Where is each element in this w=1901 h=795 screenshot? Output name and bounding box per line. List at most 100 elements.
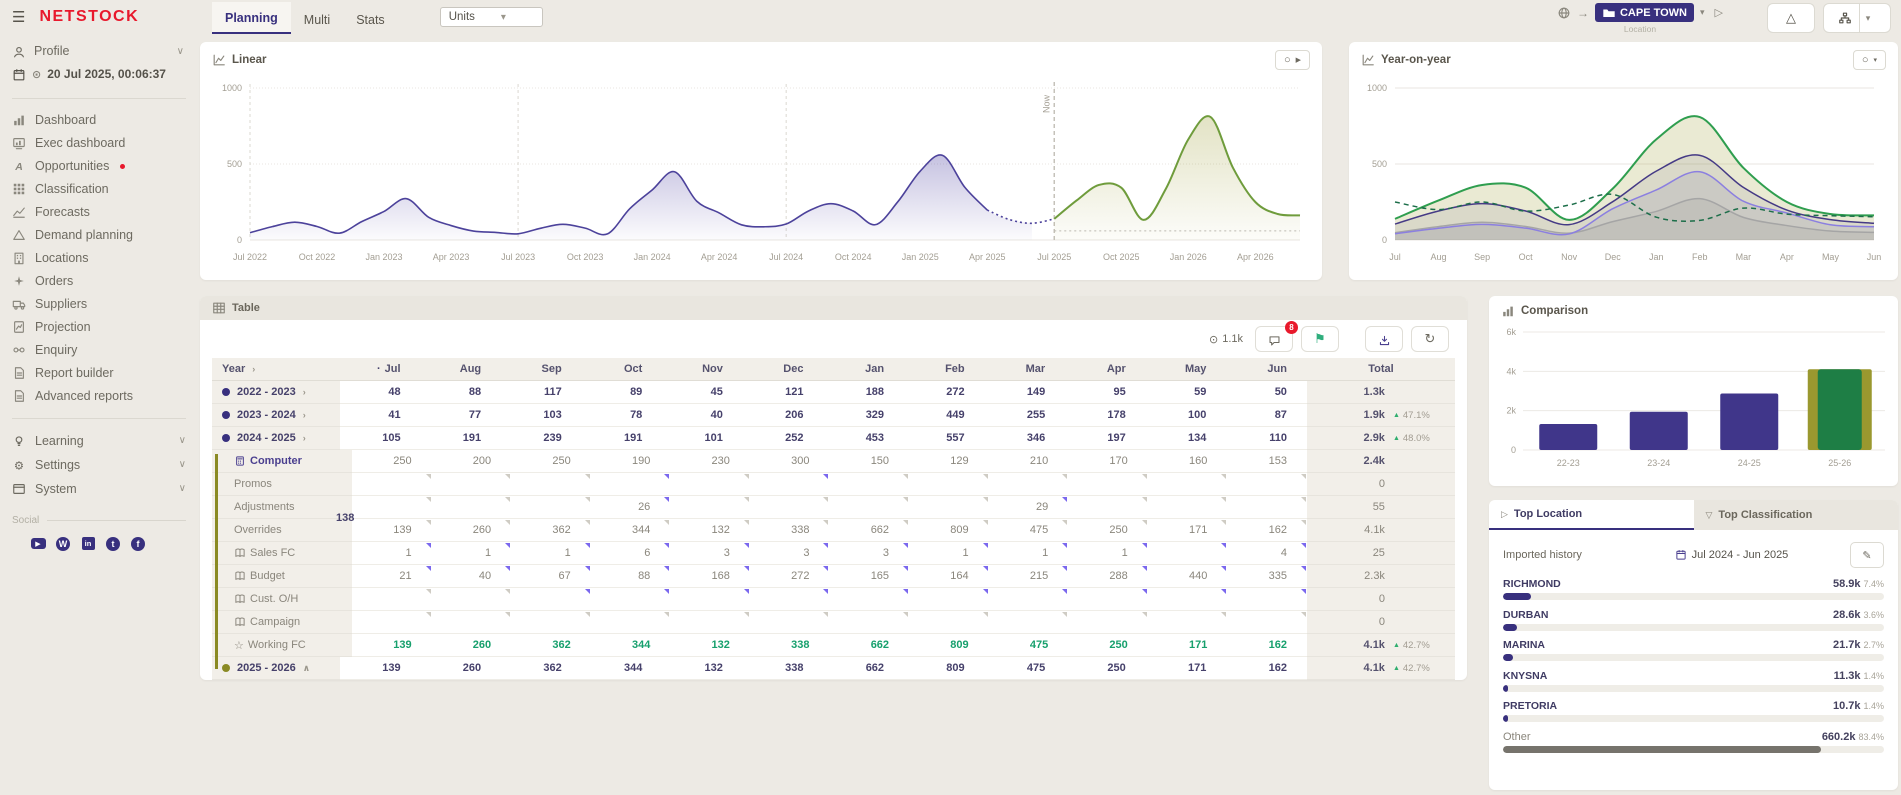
column-jul[interactable]: · Jul: [340, 358, 421, 381]
cell[interactable]: 362: [511, 634, 591, 657]
sidebar-item-classification[interactable]: Classification: [0, 178, 198, 201]
cell[interactable]: 188: [823, 381, 905, 404]
table-row-computer[interactable]: Computer 250 200 250 190 230 300 150 129 210 170 16…: [212, 450, 1455, 473]
cell[interactable]: [1227, 611, 1307, 634]
cell[interactable]: 453: [823, 427, 905, 450]
table-row-2025-2026[interactable]: 2025 - 2026 ∧ 138 139 260 362 344 132 338 662 809 4…: [212, 512, 1455, 680]
location-item-durban[interactable]: DURBAN 28.6k 3.6%: [1503, 609, 1884, 631]
cell[interactable]: 67: [511, 565, 591, 588]
cell[interactable]: [988, 473, 1069, 496]
location-item-knysna[interactable]: KNYSNA 11.3k 1.4%: [1503, 670, 1884, 692]
cell[interactable]: 335: [1227, 565, 1307, 588]
cell[interactable]: 88: [420, 381, 502, 404]
play-icon[interactable]: ▷: [1715, 6, 1723, 19]
cell[interactable]: 149: [984, 381, 1066, 404]
tab-top-classification[interactable]: ▽ Top Classification: [1694, 500, 1899, 530]
row-expand-icon[interactable]: ∧: [303, 663, 310, 674]
cell[interactable]: [352, 473, 432, 496]
wordpress-icon[interactable]: W: [55, 536, 71, 552]
cell[interactable]: 1: [511, 542, 591, 565]
cell[interactable]: 255: [984, 404, 1066, 427]
cell[interactable]: 475: [988, 634, 1069, 657]
cell[interactable]: [431, 496, 512, 519]
column-jan[interactable]: Jan: [823, 358, 905, 381]
cell[interactable]: 160: [1147, 450, 1228, 473]
cell[interactable]: 4: [1227, 542, 1307, 565]
cell[interactable]: 191: [420, 427, 502, 450]
tab-multi[interactable]: Multi: [291, 4, 343, 34]
cell[interactable]: 170: [1068, 450, 1148, 473]
cell[interactable]: 162: [1226, 657, 1307, 680]
cell[interactable]: [352, 496, 432, 519]
row-expand-icon[interactable]: ›: [303, 410, 306, 420]
cell[interactable]: 362: [501, 657, 582, 680]
cell[interactable]: [511, 496, 591, 519]
sidebar-group-learning[interactable]: Learning ∨: [0, 429, 198, 453]
cell[interactable]: 344: [590, 519, 671, 542]
cell[interactable]: 230: [670, 450, 750, 473]
column-may[interactable]: May: [1145, 358, 1227, 381]
cell[interactable]: [511, 611, 591, 634]
sidebar-item-enquiry[interactable]: Enquiry: [0, 339, 198, 362]
cell[interactable]: [1227, 496, 1307, 519]
globe-icon[interactable]: [1557, 5, 1571, 20]
cell[interactable]: 132: [670, 634, 750, 657]
column-year[interactable]: Year ›: [212, 358, 340, 381]
cell[interactable]: [1147, 473, 1228, 496]
youtube-icon[interactable]: ▶: [30, 536, 46, 552]
cell[interactable]: [590, 611, 671, 634]
linear-options-button[interactable]: ○ ▶: [1274, 50, 1310, 70]
cell[interactable]: 1: [431, 542, 512, 565]
cell[interactable]: [988, 588, 1069, 611]
cell[interactable]: 300: [749, 450, 830, 473]
cell[interactable]: 191: [581, 427, 663, 450]
cell[interactable]: [431, 473, 512, 496]
cell[interactable]: 250: [511, 450, 591, 473]
cell[interactable]: [511, 588, 591, 611]
cell[interactable]: [1068, 496, 1148, 519]
cell[interactable]: 153: [1227, 450, 1307, 473]
cell[interactable]: 40: [431, 565, 512, 588]
column-feb[interactable]: Feb: [904, 358, 985, 381]
sidebar-group-system[interactable]: System ∨: [0, 477, 198, 501]
cell[interactable]: [431, 588, 512, 611]
location-caret-icon[interactable]: ▾: [1700, 7, 1705, 18]
cell[interactable]: 139: [352, 634, 432, 657]
sidebar-item-exec-dashboard[interactable]: Exec dashboard: [0, 132, 198, 155]
cell[interactable]: 45: [662, 381, 743, 404]
hierarchy-caret-icon[interactable]: ▾: [1858, 4, 1877, 32]
sidebar-item-report-builder[interactable]: Report builder: [0, 362, 198, 385]
sidebar-item-dashboard[interactable]: Dashboard: [0, 109, 198, 132]
cell[interactable]: 475: [984, 657, 1066, 680]
cell[interactable]: 197: [1065, 427, 1146, 450]
cell[interactable]: 272: [904, 381, 985, 404]
cell[interactable]: 88: [590, 565, 671, 588]
cell[interactable]: 78: [581, 404, 663, 427]
cell[interactable]: [1147, 611, 1228, 634]
cell[interactable]: 6: [590, 542, 671, 565]
cell[interactable]: 21: [352, 565, 432, 588]
cell[interactable]: 41: [340, 404, 421, 427]
cell[interactable]: 1: [909, 542, 989, 565]
table-row-sales-fc[interactable]: Sales FC 1 1 1 6 3 3 3 1 1 1 4 25: [212, 542, 1455, 565]
cell[interactable]: 95: [1065, 381, 1146, 404]
cell[interactable]: [909, 496, 989, 519]
cell[interactable]: [1068, 473, 1148, 496]
cell[interactable]: 1: [352, 542, 432, 565]
cell[interactable]: 117: [501, 381, 582, 404]
cell[interactable]: 48: [340, 381, 421, 404]
column-total[interactable]: Total: [1306, 358, 1455, 381]
comments-button[interactable]: 8: [1255, 321, 1298, 352]
units-select[interactable]: Units ▾: [439, 7, 543, 27]
flag-button[interactable]: ⚑: [1301, 326, 1339, 352]
cell[interactable]: 329: [823, 404, 905, 427]
cell[interactable]: 87: [1226, 404, 1307, 427]
cell[interactable]: 252: [742, 427, 824, 450]
cell[interactable]: [431, 611, 512, 634]
cell[interactable]: [829, 588, 910, 611]
cell[interactable]: 139: [340, 657, 421, 680]
cell[interactable]: 1: [1068, 542, 1148, 565]
cell[interactable]: [829, 473, 910, 496]
cell[interactable]: 165: [829, 565, 910, 588]
cell[interactable]: 178: [1065, 404, 1146, 427]
